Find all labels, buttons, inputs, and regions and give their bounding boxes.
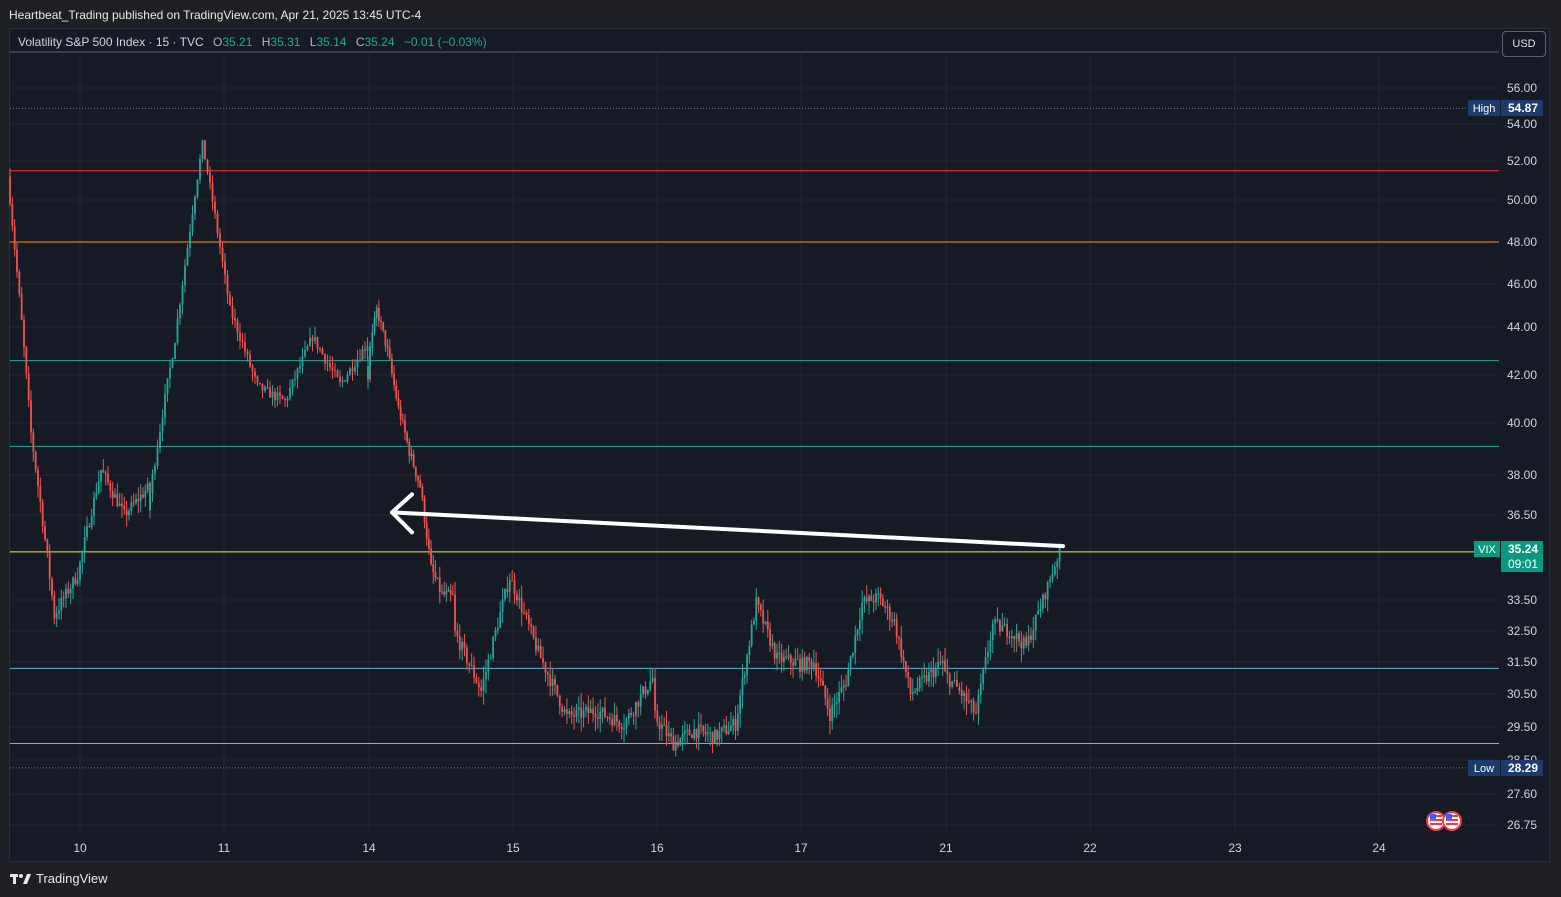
change-value: −0.01 (−0.03%) [403,35,487,49]
close-label: C [355,35,365,49]
tradingview-brand: TradingView [36,871,108,886]
publisher-line: Heartbeat_Trading published on TradingVi… [9,8,422,22]
low-value: 35.14 [316,35,347,49]
currency-button[interactable]: USD [1502,31,1546,57]
tradingview-logo[interactable]: TradingView [10,871,108,886]
chart-panel[interactable] [9,28,1550,862]
open-value: 35.21 [222,35,253,49]
open-label: O [213,35,223,49]
high-value: 35.31 [270,35,301,49]
top-bar: Heartbeat_Trading published on TradingVi… [0,0,1561,28]
tradingview-logo-icon [10,873,31,884]
close-value: 35.24 [364,35,395,49]
symbol-name[interactable]: Volatility S&P 500 Index · 15 · TVC [18,35,204,49]
symbol-legend[interactable]: Volatility S&P 500 Index · 15 · TVC O35.… [18,35,487,49]
